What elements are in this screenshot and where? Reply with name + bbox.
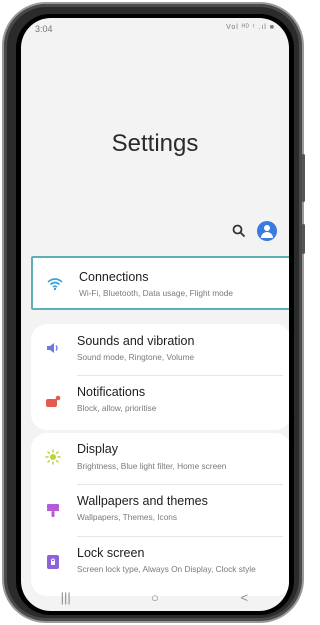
menu-item-label: Display (77, 442, 118, 456)
status-bar: 3:04 Vol ᴴᴰ ᵗ .ıl ■ (21, 18, 289, 40)
menu-item-wallpapers[interactable]: Wallpapers and themes Wallpapers, Themes… (31, 485, 289, 537)
menu-item-label: Lock screen (77, 546, 145, 560)
phone-frame: 3:04 Vol ᴴᴰ ᵗ .ıl ■ Settings Connections… (2, 2, 305, 623)
recents-button[interactable]: ||| (46, 590, 86, 605)
navigation-bar: ||| ○ < (21, 583, 289, 611)
phone-bezel: 3:04 Vol ᴴᴰ ᵗ .ıl ■ Settings Connections… (16, 14, 294, 615)
menu-item-subtitle: Block, allow, prioritise (77, 403, 157, 413)
volume-button (302, 154, 305, 202)
sound-notification-card: Sounds and vibration Sound mode, Rington… (31, 324, 289, 430)
status-time: 3:04 (35, 24, 53, 34)
screen: 3:04 Vol ᴴᴰ ᵗ .ıl ■ Settings Connections… (21, 18, 289, 611)
back-button[interactable]: < (224, 590, 264, 605)
menu-item-subtitle: Sound mode, Ringtone, Volume (77, 352, 195, 362)
connections-card: Connections Wi-Fi, Bluetooth, Data usage… (31, 256, 289, 310)
brightness-icon (45, 449, 61, 465)
status-icons: Vol ᴴᴰ ᵗ .ıl ■ (226, 24, 275, 31)
menu-item-connections[interactable]: Connections Wi-Fi, Bluetooth, Data usage… (33, 258, 289, 310)
menu-item-sounds[interactable]: Sounds and vibration Sound mode, Rington… (31, 324, 289, 376)
paintbrush-icon (45, 502, 61, 518)
menu-item-subtitle: Wi-Fi, Bluetooth, Data usage, Flight mod… (79, 288, 234, 298)
notifications-icon (45, 394, 61, 410)
lock-icon (45, 554, 61, 570)
display-card: Display Brightness, Blue light filter, H… (31, 433, 289, 596)
menu-item-notifications[interactable]: Notifications Block, allow, prioritise (31, 376, 289, 428)
menu-item-lock-screen[interactable]: Lock screen Screen lock type, Always On … (31, 537, 289, 589)
power-button (302, 224, 305, 254)
menu-item-label: Sounds and vibration (77, 334, 195, 348)
menu-item-display[interactable]: Display Brightness, Blue light filter, H… (31, 433, 289, 485)
menu-item-label: Connections (79, 270, 149, 284)
toolbar (231, 221, 277, 241)
menu-item-subtitle: Brightness, Blue light filter, Home scre… (77, 461, 227, 471)
menu-item-subtitle: Wallpapers, Themes, Icons (77, 512, 178, 522)
menu-item-subtitle: Screen lock type, Always On Display, Clo… (77, 564, 256, 574)
wifi-icon (47, 276, 63, 292)
search-icon[interactable] (231, 223, 247, 239)
menu-item-label: Notifications (77, 385, 146, 399)
page-title: Settings (111, 130, 199, 157)
volume-icon (45, 340, 61, 356)
home-button[interactable]: ○ (135, 590, 175, 605)
menu-item-label: Wallpapers and themes (77, 494, 208, 508)
account-icon[interactable] (257, 221, 277, 241)
